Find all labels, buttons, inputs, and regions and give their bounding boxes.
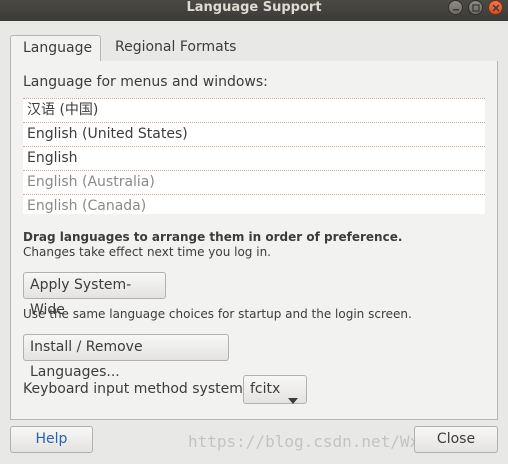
help-button[interactable]: Help xyxy=(10,426,93,453)
keyboard-input-select[interactable]: fcitx xyxy=(243,375,307,404)
changes-hint: Changes take effect next time you log in… xyxy=(23,245,271,259)
list-item[interactable]: English (United States) xyxy=(23,123,485,147)
window-title: Language Support xyxy=(186,0,322,15)
language-panel: Language for menus and windows: 汉语 (中国) … xyxy=(10,61,498,420)
chevron-down-icon xyxy=(288,387,298,414)
keyboard-input-value: fcitx xyxy=(250,381,281,397)
list-item[interactable]: English (Canada) xyxy=(23,195,485,214)
list-item[interactable]: English xyxy=(23,147,485,171)
install-remove-languages-button[interactable]: Install / Remove Languages... xyxy=(23,334,229,380)
close-button[interactable]: Close xyxy=(414,426,498,453)
maximize-icon[interactable] xyxy=(468,0,483,15)
list-item[interactable]: 汉语 (中国) xyxy=(23,99,485,123)
drag-hint: Drag languages to arrange them in order … xyxy=(23,230,403,244)
tab-language[interactable]: Language xyxy=(10,35,101,62)
language-list[interactable]: 汉语 (中国) English (United States) English … xyxy=(23,98,485,214)
language-list-heading: Language for menus and windows: xyxy=(23,74,268,90)
dialog-body: Language Regional Formats Language for m… xyxy=(0,21,508,464)
title-bar: Language Support xyxy=(0,0,508,21)
keyboard-input-label: Keyboard input method system: xyxy=(23,381,248,397)
apply-description: Use the same language choices for startu… xyxy=(23,307,412,321)
minimize-icon[interactable] xyxy=(448,0,463,15)
close-icon[interactable] xyxy=(488,0,503,15)
tab-regional-formats[interactable]: Regional Formats xyxy=(103,35,253,62)
apply-system-wide-button[interactable]: Apply System-Wide xyxy=(23,272,166,318)
list-item[interactable]: English (Australia) xyxy=(23,171,485,195)
